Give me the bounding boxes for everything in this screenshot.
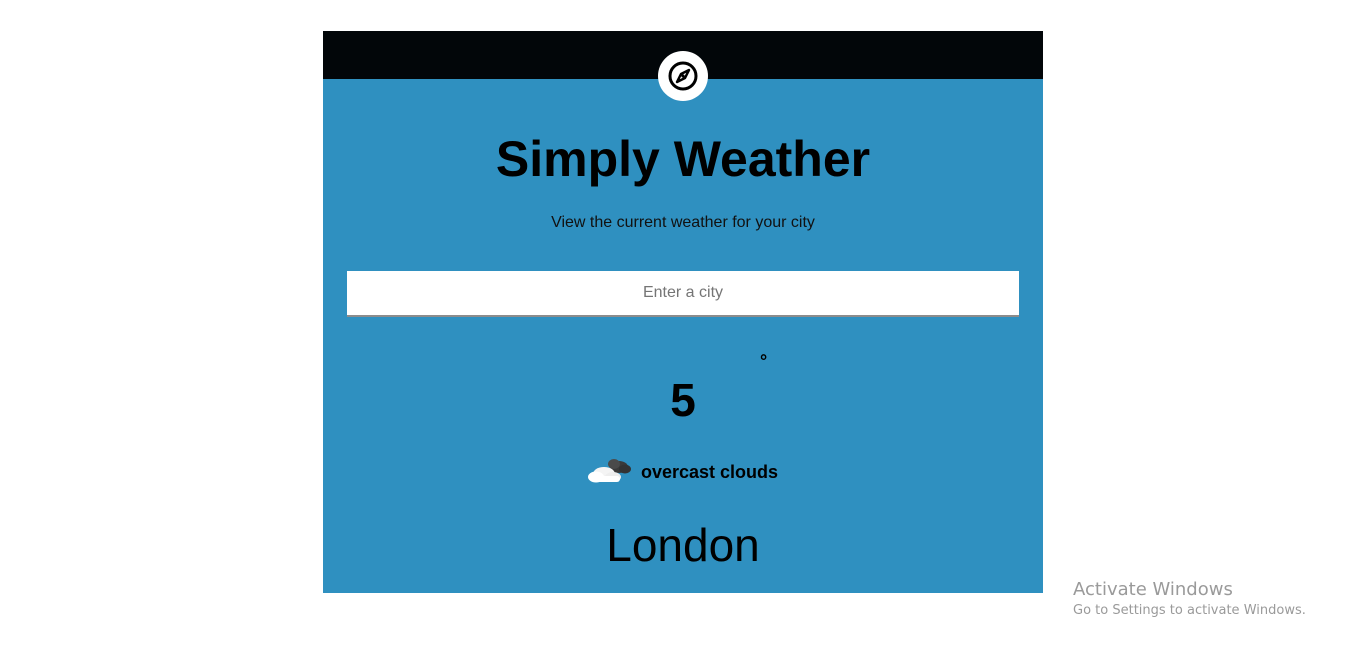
- compass-icon: [668, 61, 698, 91]
- page-subtitle: View the current weather for your city: [551, 214, 815, 231]
- temperature-value: 5: [670, 374, 696, 426]
- watermark-subtitle: Go to Settings to activate Windows.: [1073, 603, 1306, 618]
- weather-condition: overcast clouds: [641, 462, 779, 482]
- cloud-icon: [588, 459, 631, 483]
- city-search-input[interactable]: [347, 271, 1019, 317]
- logo-badge: [658, 51, 708, 101]
- windows-activation-watermark: Activate Windows Go to Settings to activ…: [1073, 579, 1306, 621]
- watermark-title: Activate Windows: [1073, 579, 1233, 600]
- page-title: Simply Weather: [495, 131, 871, 187]
- city-name: London: [606, 519, 760, 571]
- weather-card: Simply Weather View the current weather …: [323, 31, 1043, 593]
- degree-symbol: °: [760, 351, 768, 371]
